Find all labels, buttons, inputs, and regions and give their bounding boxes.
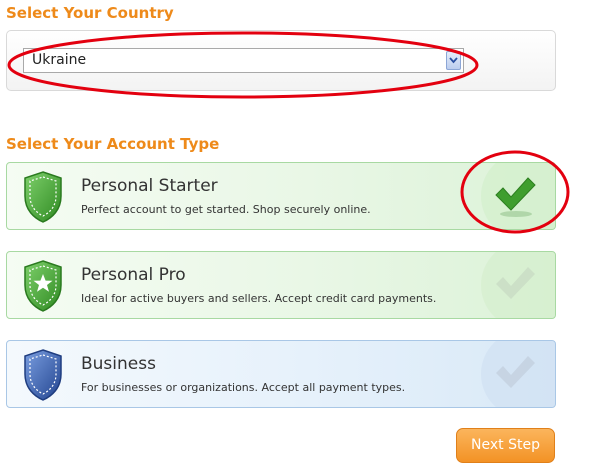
account-option-personal-pro[interactable]: Personal Pro Ideal for active buyers and…: [6, 251, 556, 319]
country-section-title: Select Your Country: [6, 4, 174, 22]
shield-icon: [24, 171, 62, 223]
chevron-down-icon[interactable]: [446, 51, 461, 70]
account-option-business[interactable]: Business For businesses or organizations…: [6, 340, 556, 408]
account-option-personal-starter[interactable]: Personal Starter Perfect account to get …: [6, 162, 556, 230]
personal-starter-description: Perfect account to get started. Shop sec…: [81, 203, 371, 216]
checkmark-icon: [495, 177, 536, 217]
checkmark-icon: [496, 267, 535, 299]
next-step-button[interactable]: Next Step: [456, 428, 555, 463]
personal-starter-title: Personal Starter: [81, 176, 218, 196]
account-section-title: Select Your Account Type: [6, 135, 220, 153]
shield-icon: [24, 349, 62, 401]
business-description: For businesses or organizations. Accept …: [81, 381, 406, 394]
business-title: Business: [81, 354, 156, 374]
checkmark-icon: [496, 356, 535, 388]
country-select-value: Ukraine: [32, 52, 87, 68]
shield-star-icon: [24, 260, 62, 312]
country-select[interactable]: Ukraine: [23, 48, 464, 73]
country-panel: Ukraine: [6, 30, 556, 91]
personal-pro-description: Ideal for active buyers and sellers. Acc…: [81, 292, 437, 305]
personal-pro-title: Personal Pro: [81, 265, 186, 285]
